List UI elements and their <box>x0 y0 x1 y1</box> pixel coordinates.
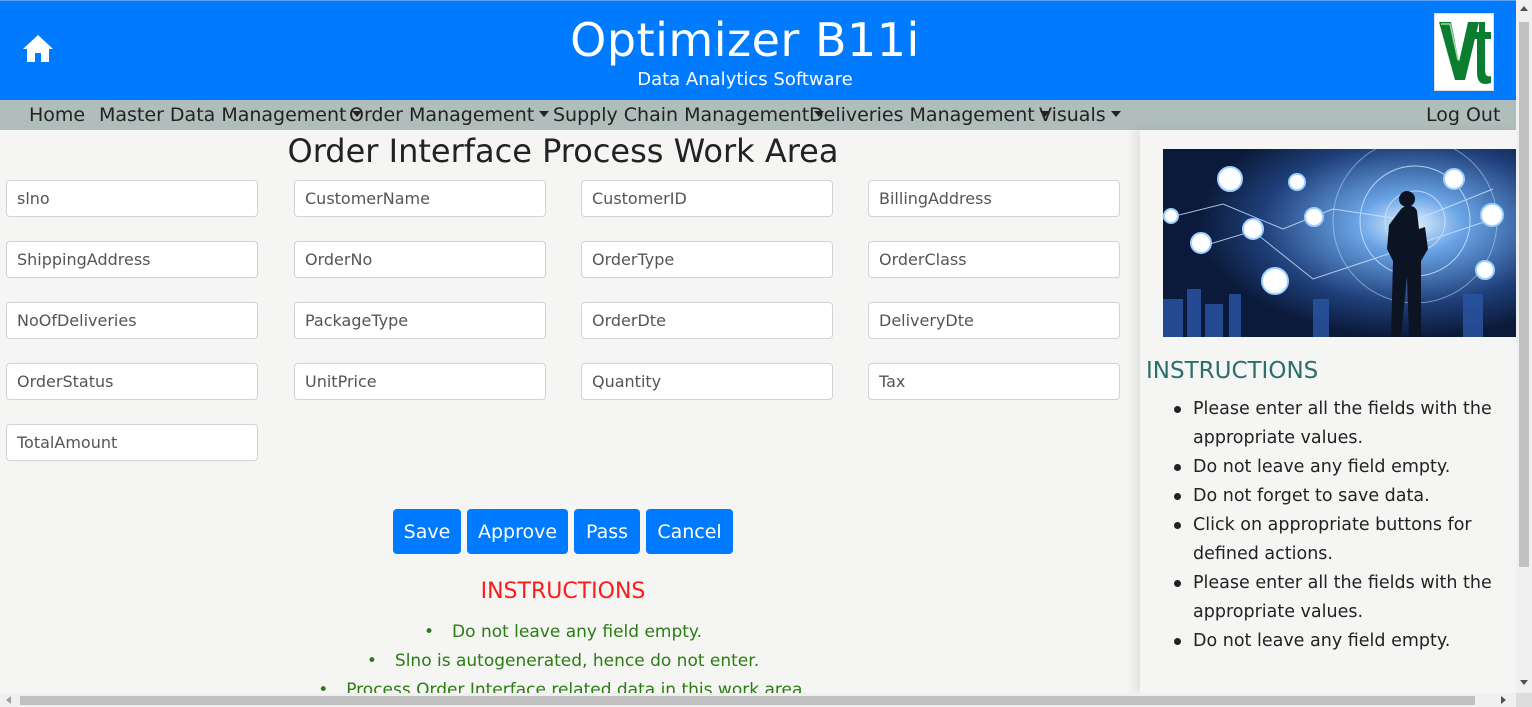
horizontal-scrollbar[interactable] <box>0 693 1516 707</box>
delivery-date-field[interactable] <box>868 302 1120 339</box>
nav-supply-chain-label: Supply Chain Management <box>553 104 810 126</box>
unit-price-field[interactable] <box>294 363 546 400</box>
nav-deliveries-label: Deliveries Management <box>809 104 1035 126</box>
side-instruction-item: Do not leave any field empty. <box>1174 627 1523 656</box>
customer-name-field[interactable] <box>294 180 546 217</box>
side-instruction-item: Please enter all the fields with the app… <box>1174 569 1523 627</box>
caret-down-icon <box>1110 111 1121 117</box>
approve-button[interactable]: Approve <box>467 509 568 554</box>
scroll-right-icon[interactable] <box>1501 696 1506 704</box>
nav-master-data-label: Master Data Management <box>99 104 347 126</box>
side-panel: INSTRUCTIONS Please enter all the fields… <box>1140 130 1516 693</box>
order-date-field[interactable] <box>581 302 833 339</box>
quantity-field[interactable] <box>581 363 833 400</box>
app-header: Optimizer B11i Data Analytics Software <box>0 0 1516 100</box>
order-status-field[interactable] <box>6 363 258 400</box>
nav-home[interactable]: Home <box>29 104 85 126</box>
order-no-field[interactable] <box>294 241 546 278</box>
instructions-list: Do not leave any field empty. Slno is au… <box>0 618 1126 705</box>
caret-down-icon <box>539 111 550 117</box>
horizontal-scroll-thumb[interactable] <box>20 696 1475 705</box>
side-instruction-item: Click on appropriate buttons for defined… <box>1174 511 1523 569</box>
order-class-field[interactable] <box>868 241 1120 278</box>
nav-supply-chain-management[interactable]: Supply Chain Management <box>553 104 825 126</box>
slno-field[interactable] <box>6 180 258 217</box>
customer-id-field[interactable] <box>581 180 833 217</box>
hero-image <box>1163 149 1516 337</box>
tax-field[interactable] <box>868 363 1120 400</box>
instructions-title: INSTRUCTIONS <box>480 579 646 604</box>
nav-logout[interactable]: Log Out <box>1426 104 1500 126</box>
total-amount-field[interactable] <box>6 424 258 461</box>
billing-address-field[interactable] <box>868 180 1120 217</box>
instruction-item: Slno is autogenerated, hence do not ente… <box>0 647 1126 676</box>
main-navbar: Home Master Data Management Order Manage… <box>0 100 1516 130</box>
scroll-down-icon[interactable] <box>1520 680 1528 685</box>
nav-order-management[interactable]: Order Management <box>349 104 550 126</box>
vertical-scroll-thumb[interactable] <box>1519 22 1529 567</box>
scroll-up-icon[interactable] <box>1520 6 1528 11</box>
save-button[interactable]: Save <box>393 509 461 554</box>
instruction-item: Do not leave any field empty. <box>0 618 1126 647</box>
side-instruction-item: Do not forget to save data. <box>1174 482 1523 511</box>
side-instructions-title: INSTRUCTIONS <box>1146 358 1319 384</box>
side-instructions-list: Please enter all the fields with the app… <box>1174 395 1523 656</box>
pass-button[interactable]: Pass <box>574 509 640 554</box>
app-title: Optimizer B11i <box>570 13 920 67</box>
scroll-left-icon[interactable] <box>6 696 11 704</box>
package-type-field[interactable] <box>294 302 546 339</box>
order-type-field[interactable] <box>581 241 833 278</box>
nav-order-management-label: Order Management <box>349 104 535 126</box>
nav-master-data-management[interactable]: Master Data Management <box>99 104 362 126</box>
shipping-address-field[interactable] <box>6 241 258 278</box>
nav-deliveries-management[interactable]: Deliveries Management <box>809 104 1050 126</box>
vt-logo <box>1434 13 1494 91</box>
side-instruction-item: Please enter all the fields with the app… <box>1174 395 1523 453</box>
vertical-scrollbar[interactable] <box>1516 0 1532 693</box>
scrollbar-corner <box>1516 693 1532 707</box>
app-subtitle: Data Analytics Software <box>637 69 853 90</box>
cancel-button[interactable]: Cancel <box>646 509 733 554</box>
page-title: Order Interface Process Work Area <box>287 132 839 170</box>
nav-visuals[interactable]: Visuals <box>1039 104 1121 126</box>
side-instruction-item: Do not leave any field empty. <box>1174 453 1523 482</box>
nav-visuals-label: Visuals <box>1039 104 1106 126</box>
no-of-deliveries-field[interactable] <box>6 302 258 339</box>
